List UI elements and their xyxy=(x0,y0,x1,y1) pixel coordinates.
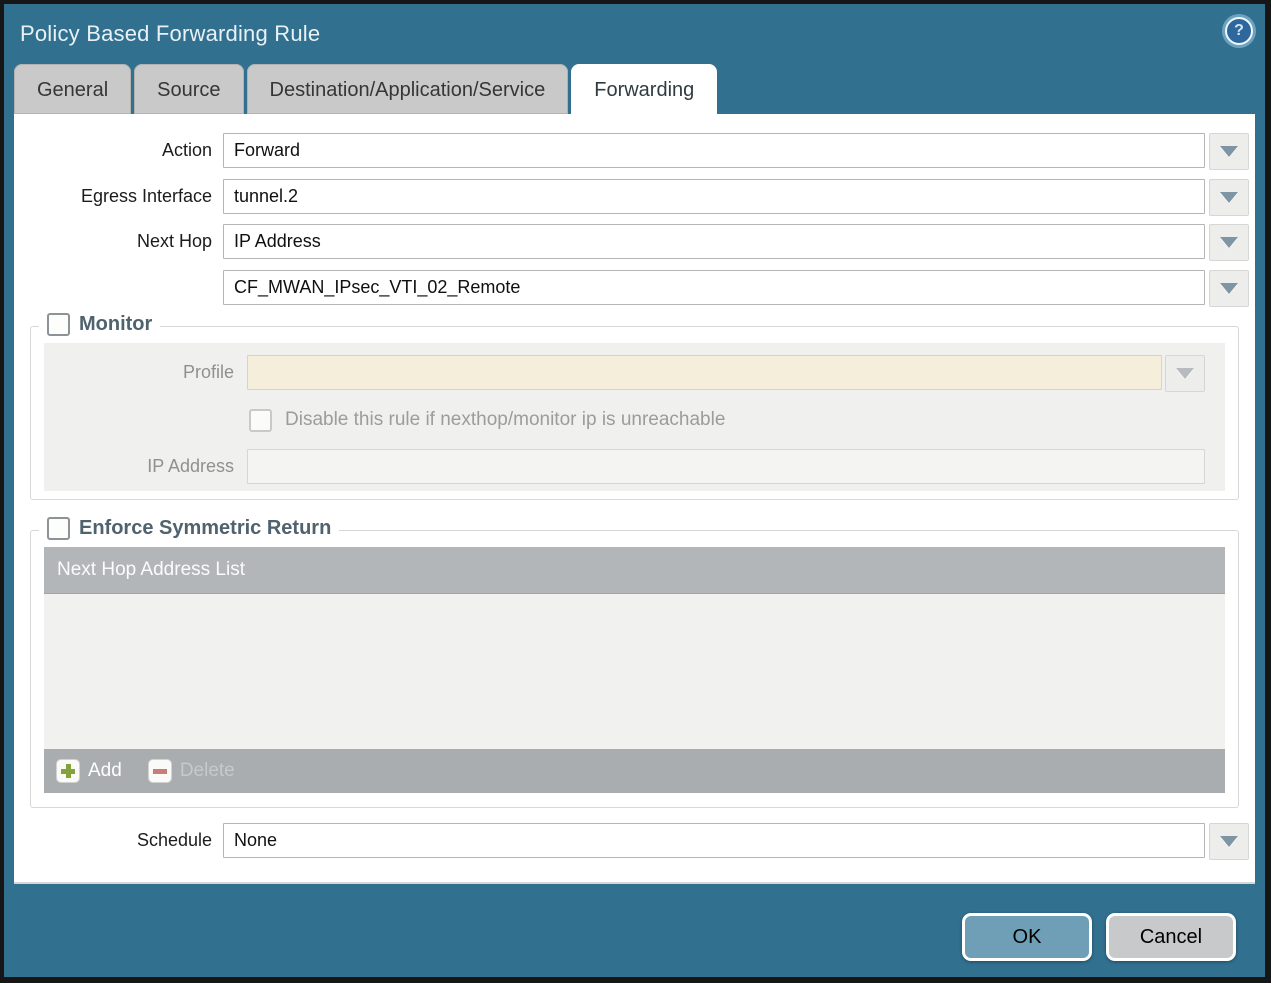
chevron-down-icon xyxy=(1220,836,1238,847)
tab-bar: General Source Destination/Application/S… xyxy=(14,64,717,114)
enforce-symmetric-return-group: Enforce Symmetric Return Next Hop Addres… xyxy=(30,530,1239,808)
monitor-title: Monitor xyxy=(79,313,152,336)
dialog-title: Policy Based Forwarding Rule xyxy=(20,21,320,47)
next-hop-address-list-header: Next Hop Address List xyxy=(44,547,1225,594)
action-dropdown-button[interactable] xyxy=(1209,133,1249,170)
cancel-button[interactable]: Cancel xyxy=(1106,913,1236,961)
delete-button: Delete xyxy=(148,759,235,783)
plus-icon xyxy=(56,759,80,783)
disable-rule-row: Disable this rule if nexthop/monitor ip … xyxy=(249,407,725,433)
action-select[interactable]: Forward xyxy=(223,133,1205,168)
schedule-label: Schedule xyxy=(14,823,212,858)
minus-icon xyxy=(148,759,172,783)
chevron-down-icon xyxy=(1220,283,1238,294)
next-hop-type-select[interactable]: IP Address xyxy=(223,224,1205,259)
tab-forwarding[interactable]: Forwarding xyxy=(571,64,717,114)
tab-general[interactable]: General xyxy=(14,64,131,114)
grid-toolbar: Add Delete xyxy=(44,749,1225,793)
tab-destination-application-service[interactable]: Destination/Application/Service xyxy=(247,64,569,114)
monitor-panel: Profile Disable this rule if nexthop/mon… xyxy=(44,343,1225,491)
forwarding-tab-panel: Action Forward Egress Interface tunnel.2… xyxy=(14,114,1255,884)
schedule-dropdown-button[interactable] xyxy=(1209,823,1249,860)
egress-interface-select[interactable]: tunnel.2 xyxy=(223,179,1205,214)
action-label: Action xyxy=(14,133,212,168)
monitor-ip-address-label: IP Address xyxy=(44,449,234,484)
enforce-symmetric-return-legend: Enforce Symmetric Return xyxy=(39,517,339,540)
help-icon[interactable]: ? xyxy=(1225,17,1253,45)
monitor-group: Monitor Profile Disable this rule if nex… xyxy=(30,326,1239,500)
chevron-down-icon xyxy=(1176,368,1194,379)
next-hop-address-list-grid: Next Hop Address List Add Delete xyxy=(44,547,1225,793)
next-hop-label: Next Hop xyxy=(14,224,212,259)
next-hop-dropdown-button[interactable] xyxy=(1209,224,1249,261)
monitor-checkbox[interactable] xyxy=(47,313,70,336)
add-button[interactable]: Add xyxy=(56,759,122,783)
egress-interface-label: Egress Interface xyxy=(14,179,212,214)
tab-source[interactable]: Source xyxy=(134,64,243,114)
next-hop-address-list-body xyxy=(44,594,1225,749)
egress-interface-dropdown-button[interactable] xyxy=(1209,179,1249,216)
chevron-down-icon xyxy=(1220,146,1238,157)
profile-select xyxy=(247,355,1162,390)
profile-dropdown-button xyxy=(1165,355,1205,392)
add-button-label: Add xyxy=(88,760,122,782)
monitor-legend: Monitor xyxy=(39,313,160,336)
dialog-footer: OK Cancel xyxy=(962,913,1236,961)
next-hop-address-select[interactable]: CF_MWAN_IPsec_VTI_02_Remote xyxy=(223,270,1205,305)
delete-button-label: Delete xyxy=(180,760,235,782)
schedule-select[interactable]: None xyxy=(223,823,1205,858)
policy-based-forwarding-dialog: Policy Based Forwarding Rule ? General S… xyxy=(4,4,1265,977)
monitor-ip-address-input xyxy=(247,449,1205,484)
disable-rule-label: Disable this rule if nexthop/monitor ip … xyxy=(285,407,725,433)
enforce-symmetric-return-title: Enforce Symmetric Return xyxy=(79,517,331,540)
enforce-symmetric-return-checkbox[interactable] xyxy=(47,517,70,540)
next-hop-address-dropdown-button[interactable] xyxy=(1209,270,1249,307)
chevron-down-icon xyxy=(1220,237,1238,248)
profile-label: Profile xyxy=(44,355,234,390)
ok-button[interactable]: OK xyxy=(962,913,1092,961)
disable-rule-checkbox xyxy=(249,409,272,432)
chevron-down-icon xyxy=(1220,192,1238,203)
